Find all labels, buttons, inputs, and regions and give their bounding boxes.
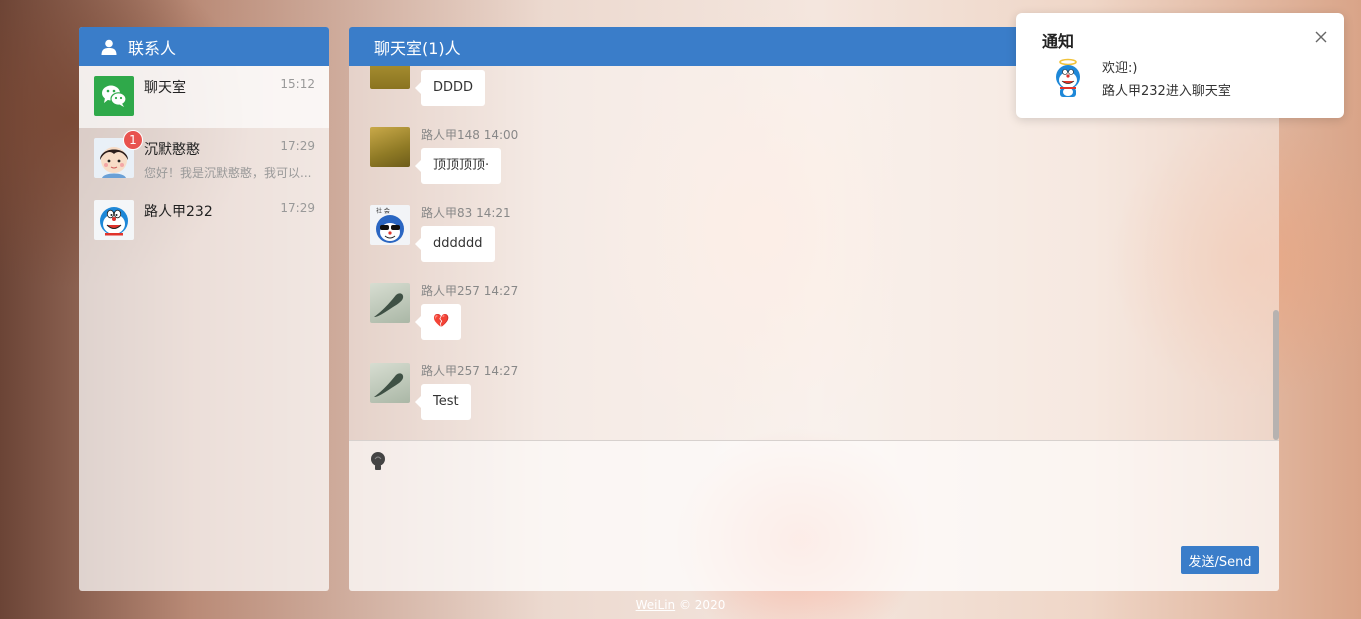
contact-name: 沉默憨憨 — [144, 142, 200, 158]
contact-item-lurenjia232[interactable]: 路人甲232 17:29 — [79, 190, 329, 252]
message-item: 路人甲257 14:27 Test — [370, 363, 518, 420]
avatar-hand-sketch — [370, 363, 410, 403]
message-list[interactable]: DDDD 路人甲148 14:00 顶顶顶顶· 社 会 路人甲83 14:21 … — [349, 66, 1279, 440]
copyright-text: © 2020 — [678, 598, 726, 612]
notification-title: 通知 — [1042, 32, 1075, 51]
message-meta: 路人甲83 14:21 — [421, 206, 511, 220]
avatar-wheat-field — [370, 127, 410, 167]
notification-line-2: 路人甲232进入聊天室 — [1102, 84, 1231, 99]
send-button[interactable]: 发送/Send — [1181, 546, 1259, 574]
doraemon-angel-icon — [1056, 58, 1080, 97]
avatar-wheat-field — [370, 66, 410, 89]
contacts-title: 联系人 — [128, 38, 177, 58]
close-icon[interactable] — [1314, 30, 1328, 44]
message-bubble: 顶顶顶顶· — [414, 148, 502, 184]
message-bubble: dddddd — [415, 226, 495, 262]
message-bubble: DDDD — [414, 70, 486, 106]
contact-time: 17:29 — [280, 139, 315, 153]
message-item: DDDD — [370, 66, 486, 106]
message-item: 社 会 路人甲83 14:21 dddddd — [370, 205, 511, 262]
notification-popup: 通知 欢迎:) 路人甲232进入聊天室 — [1016, 13, 1344, 118]
contact-preview: 您好！我是沉默憨憨，我可以... — [144, 166, 312, 180]
message-meta: 路人甲148 14:00 — [421, 128, 519, 142]
message-input-area[interactable]: 发送/Send — [349, 440, 1279, 591]
lightbulb-emoji-icon[interactable] — [369, 451, 387, 473]
contact-item-chenmohanhan[interactable]: 1 沉默憨憨 17:29 您好！我是沉默憨憨，我可以... — [79, 128, 329, 190]
contact-time: 17:29 — [280, 201, 315, 215]
avatar-doraemon — [94, 200, 134, 240]
contacts-header: 联系人 — [79, 27, 329, 66]
footer: WeiLin © 2020 — [0, 598, 1361, 612]
contacts-panel: 联系人 聊天室 15:12 1 沉默憨憨 17:29 您好！我是沉默憨憨，我可以… — [79, 27, 329, 591]
notification-line-1: 欢迎:) — [1102, 61, 1138, 76]
message-item: 路人甲148 14:00 顶顶顶顶· — [370, 127, 518, 184]
avatar-cartoon-sunglasses: 社 会 — [370, 205, 410, 245]
avatar-girl: 1 — [94, 130, 143, 178]
message-item: 路人甲257 14:27 💔 — [370, 283, 518, 340]
contact-time: 15:12 — [280, 77, 315, 91]
contact-name: 路人甲232 — [144, 204, 213, 220]
unread-badge: 1 — [123, 130, 143, 150]
message-bubble: Test — [415, 384, 471, 420]
wechat-icon — [94, 76, 134, 116]
user-icon — [101, 39, 117, 55]
avatar-hand-sketch — [370, 283, 410, 323]
message-meta: 路人甲257 14:27 — [421, 284, 519, 298]
svg-text:社 会: 社 会 — [376, 207, 390, 215]
message-meta: 路人甲257 14:27 — [421, 364, 519, 378]
contact-name: 聊天室 — [144, 80, 186, 96]
contact-item-chatroom[interactable]: 聊天室 15:12 — [79, 66, 329, 128]
message-bubble-emoji: 💔 — [414, 304, 462, 340]
author-link[interactable]: WeiLin — [636, 598, 676, 612]
chat-title: 聊天室(1)人 — [374, 38, 461, 58]
scrollbar-thumb[interactable] — [1273, 310, 1279, 440]
